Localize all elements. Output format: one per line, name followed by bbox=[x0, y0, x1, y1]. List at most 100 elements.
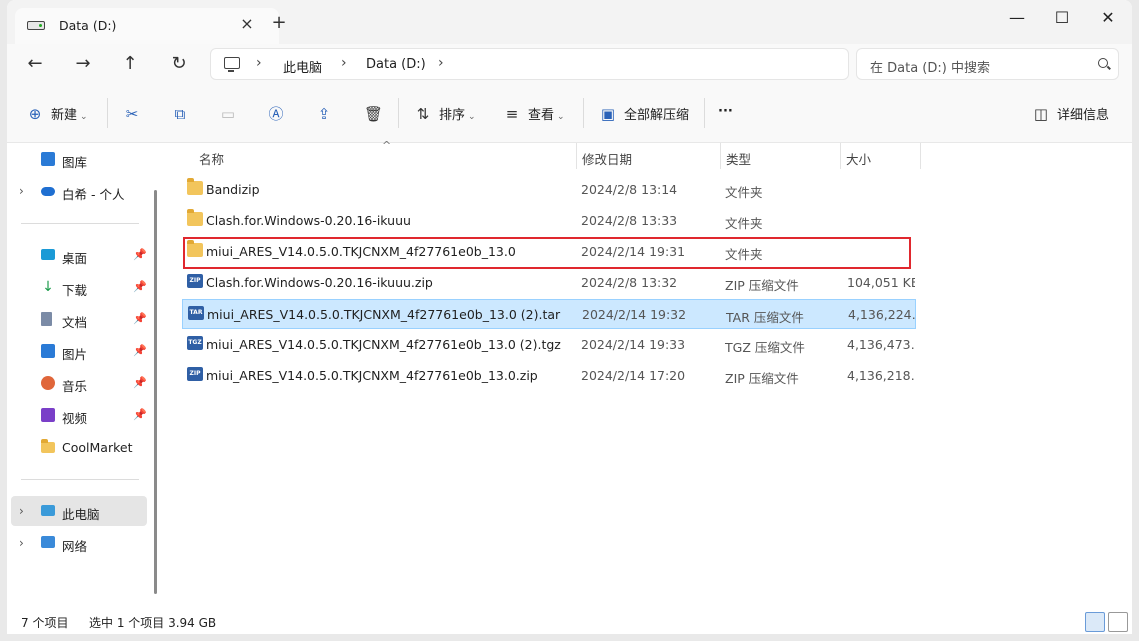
cut-icon[interactable]: ✂ bbox=[124, 106, 140, 122]
chevron-right-icon[interactable]: › bbox=[19, 536, 24, 550]
sidebar-item-coolmarket[interactable]: CoolMarket bbox=[7, 433, 147, 461]
zip-archive-icon: ZIP bbox=[187, 274, 203, 288]
column-divider[interactable] bbox=[576, 143, 577, 169]
search-input[interactable]: 在 Data (D:) 中搜索 bbox=[856, 48, 1119, 80]
zip-archive-icon: ZIP bbox=[187, 367, 203, 381]
column-divider[interactable] bbox=[840, 143, 841, 169]
delete-icon[interactable]: 🗑 bbox=[364, 106, 383, 122]
file-type: ZIP 压缩文件 bbox=[725, 371, 799, 386]
file-name: Clash.for.Windows-0.20.16-ikuuu.zip bbox=[206, 275, 433, 290]
minimize-button[interactable]: — bbox=[1007, 8, 1027, 27]
annotation-highlight-box bbox=[183, 237, 911, 269]
maximize-button[interactable]: ☐ bbox=[1052, 8, 1072, 27]
gallery-icon bbox=[41, 152, 55, 166]
copy-icon[interactable]: ⧉ bbox=[172, 106, 188, 122]
toolbar-divider bbox=[107, 98, 108, 128]
details-button[interactable]: 详细信息 bbox=[1057, 104, 1109, 123]
refresh-button[interactable]: ↻ bbox=[167, 54, 191, 76]
chevron-right-icon[interactable]: › bbox=[341, 55, 347, 71]
chevron-right-icon[interactable]: › bbox=[438, 55, 444, 71]
sort-button[interactable]: 排序 ⌄ bbox=[439, 104, 476, 123]
onedrive-icon bbox=[41, 187, 55, 196]
pin-icon[interactable]: 📌 bbox=[133, 408, 147, 421]
file-name: Clash.for.Windows-0.20.16-ikuuu bbox=[206, 213, 411, 228]
new-button[interactable]: 新建 ⌄ bbox=[51, 104, 88, 123]
column-header-name[interactable]: 名称 bbox=[199, 149, 224, 168]
folder-icon bbox=[187, 209, 203, 226]
chevron-right-icon[interactable]: › bbox=[19, 184, 24, 198]
sidebar-item-label: 下载 bbox=[62, 283, 88, 298]
tiles-view-button[interactable] bbox=[1108, 612, 1128, 632]
tgz-archive-icon: TGZ bbox=[187, 336, 203, 350]
pin-icon[interactable]: 📌 bbox=[133, 248, 147, 261]
drive-icon bbox=[27, 21, 45, 30]
table-row[interactable]: Clash.for.Windows-0.20.16-ikuuu 2024/2/8… bbox=[183, 206, 915, 234]
table-row[interactable]: TGZ miui_ARES_V14.0.5.0.TKJCNXM_4f27761e… bbox=[183, 330, 915, 358]
close-tab-icon[interactable]: × bbox=[237, 14, 257, 34]
table-row-selected[interactable]: TAR miui_ARES_V14.0.5.0.TKJCNXM_4f27761e… bbox=[182, 299, 916, 329]
sidebar-item-network[interactable]: › 网络 bbox=[7, 529, 147, 557]
chevron-down-icon: ⌄ bbox=[557, 112, 565, 122]
file-date: 2024/2/14 17:20 bbox=[581, 368, 686, 383]
forward-button[interactable]: → bbox=[71, 54, 95, 76]
paste-icon[interactable]: ▭ bbox=[220, 106, 236, 122]
column-header-size[interactable]: 大小 bbox=[846, 149, 871, 168]
breadcrumb-data-d[interactable]: Data (D:) bbox=[366, 57, 426, 72]
column-divider[interactable] bbox=[920, 143, 921, 169]
pin-icon[interactable]: 📌 bbox=[133, 376, 147, 389]
chevron-down-icon: ⌄ bbox=[80, 112, 88, 122]
column-divider[interactable] bbox=[720, 143, 721, 169]
new-icon: ⊕ bbox=[28, 105, 42, 123]
sidebar-scrollbar[interactable] bbox=[154, 190, 157, 594]
view-label: 查看 bbox=[528, 108, 555, 123]
sidebar-item-onedrive[interactable]: › 白希 - 个人 bbox=[7, 177, 147, 205]
pin-icon[interactable]: 📌 bbox=[133, 344, 147, 357]
sidebar-item-label: 音乐 bbox=[62, 379, 88, 394]
status-bar: 7 个项目 选中 1 个项目 3.94 GB bbox=[7, 609, 1132, 634]
sidebar-item-gallery[interactable]: 图库 bbox=[7, 145, 147, 173]
details-view-button[interactable] bbox=[1085, 612, 1105, 632]
more-options-button[interactable]: ··· bbox=[718, 104, 733, 119]
breadcrumb-this-pc[interactable]: 此电脑 bbox=[283, 57, 322, 76]
table-row[interactable]: ZIP miui_ARES_V14.0.5.0.TKJCNXM_4f27761e… bbox=[183, 361, 915, 389]
sidebar-item-music[interactable]: 音乐 📌 bbox=[7, 369, 147, 397]
column-header-date[interactable]: 修改日期 bbox=[582, 149, 632, 168]
title-bar: Data (D:) × + — ☐ ✕ bbox=[7, 0, 1132, 44]
videos-icon bbox=[41, 408, 55, 422]
column-header-type[interactable]: 类型 bbox=[726, 149, 751, 168]
sidebar-item-desktop[interactable]: 桌面 📌 bbox=[7, 241, 147, 269]
table-row[interactable]: Bandizip 2024/2/8 13:14 文件夹 bbox=[183, 175, 915, 203]
documents-icon bbox=[41, 312, 52, 326]
sidebar-item-this-pc[interactable]: › 此电脑 bbox=[11, 496, 147, 526]
sidebar-item-label: 视频 bbox=[62, 411, 88, 426]
file-date: 2024/2/14 19:33 bbox=[581, 337, 686, 352]
tab-data-d[interactable]: Data (D:) × bbox=[15, 8, 279, 44]
extract-all-button[interactable]: 全部解压缩 bbox=[624, 104, 689, 123]
table-row[interactable]: ZIP Clash.for.Windows-0.20.16-ikuuu.zip … bbox=[183, 268, 915, 296]
file-date: 2024/2/14 19:32 bbox=[582, 307, 687, 322]
chevron-right-icon[interactable]: › bbox=[256, 55, 262, 71]
new-tab-button[interactable]: + bbox=[269, 12, 289, 33]
folder-icon bbox=[41, 439, 55, 453]
toolbar-divider bbox=[583, 98, 584, 128]
music-icon bbox=[41, 376, 55, 390]
file-type: TAR 压缩文件 bbox=[726, 310, 804, 325]
breadcrumb[interactable]: › 此电脑 › Data (D:) › bbox=[210, 48, 849, 80]
back-button[interactable]: ← bbox=[23, 54, 47, 76]
sidebar-item-pictures[interactable]: 图片 📌 bbox=[7, 337, 147, 365]
pin-icon[interactable]: 📌 bbox=[133, 280, 147, 293]
sidebar-item-label: 图库 bbox=[62, 155, 88, 170]
chevron-right-icon[interactable]: › bbox=[19, 504, 24, 518]
sidebar-item-documents[interactable]: 文档 📌 bbox=[7, 305, 147, 333]
view-button[interactable]: 查看 ⌄ bbox=[528, 104, 565, 123]
pin-icon[interactable]: 📌 bbox=[133, 312, 147, 325]
item-count: 7 个项目 bbox=[21, 616, 69, 630]
share-icon[interactable]: ⇪ bbox=[316, 106, 332, 122]
file-size: 4,136,224… bbox=[848, 307, 916, 322]
sidebar-item-downloads[interactable]: ↓ 下载 📌 bbox=[7, 273, 147, 301]
rename-icon[interactable]: Ⓐ bbox=[268, 106, 284, 122]
close-window-button[interactable]: ✕ bbox=[1098, 8, 1118, 27]
new-label: 新建 bbox=[51, 108, 78, 123]
up-button[interactable]: ↑ bbox=[118, 54, 142, 76]
sidebar-item-videos[interactable]: 视频 📌 bbox=[7, 401, 147, 429]
